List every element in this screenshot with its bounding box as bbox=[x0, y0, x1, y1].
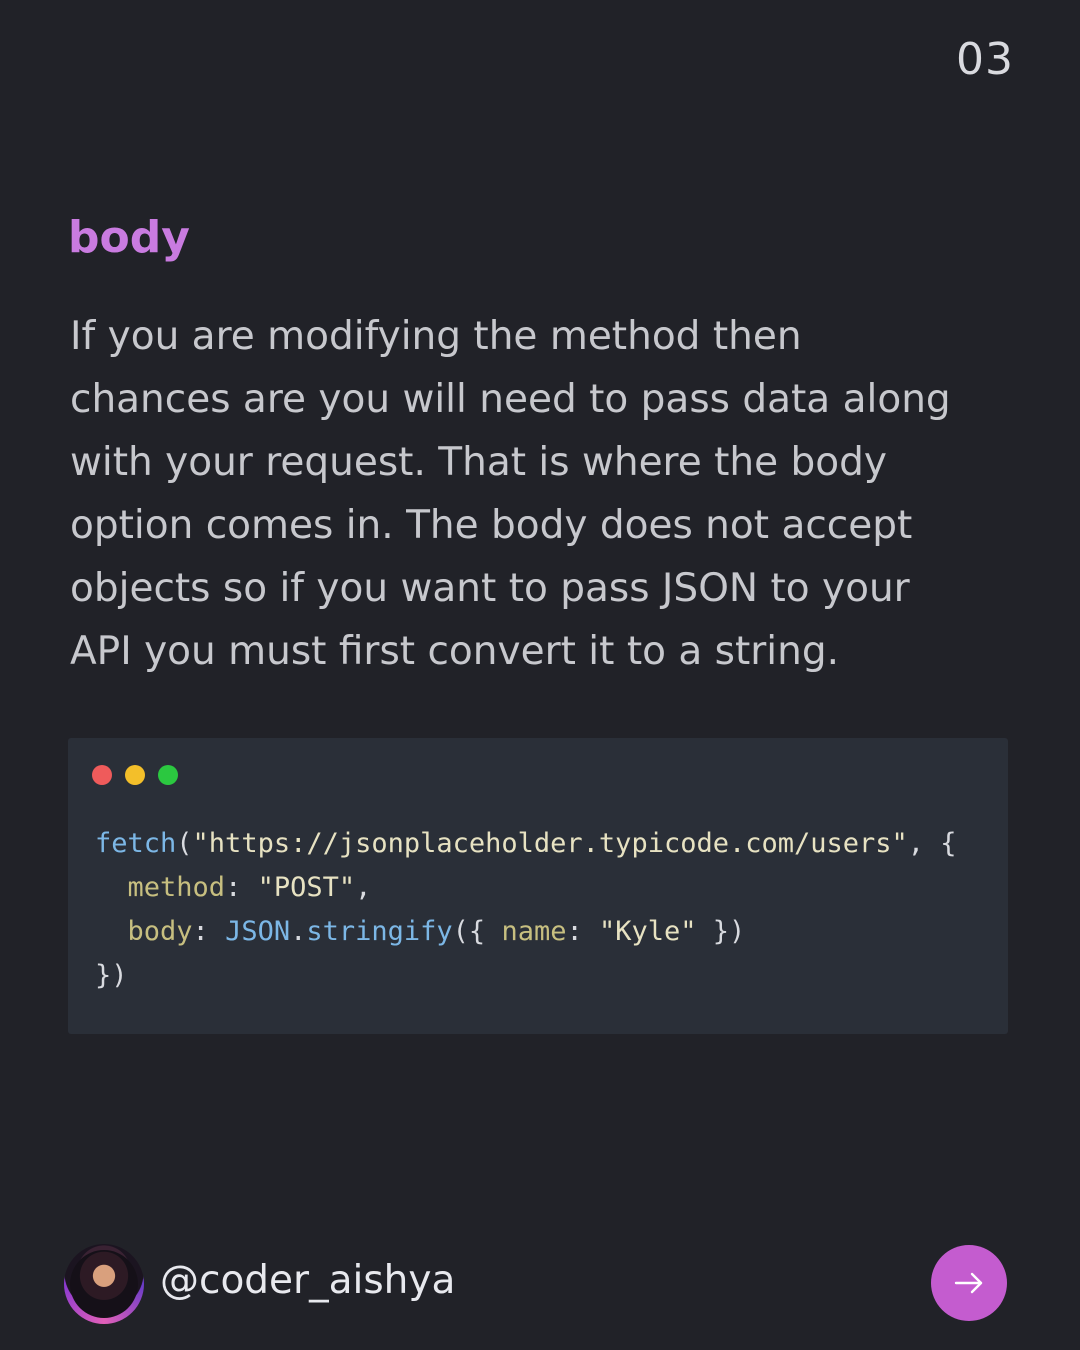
code-token-function: fetch bbox=[95, 828, 177, 859]
code-token-punct: ({ bbox=[452, 916, 502, 947]
description-line: objects so if you want to pass JSON to y… bbox=[70, 566, 910, 611]
slide-page: 03 body If you are modifying the method … bbox=[0, 0, 1080, 1350]
code-block: fetch("https://jsonplaceholder.typicode.… bbox=[95, 822, 957, 998]
code-token-object: JSON bbox=[225, 916, 291, 947]
page-number: 03 bbox=[956, 34, 1014, 85]
code-token-punct: }) bbox=[95, 960, 128, 991]
code-token-punct: }) bbox=[696, 916, 746, 947]
code-token-key: body bbox=[127, 916, 193, 947]
description-line: option comes in. The body does not accep… bbox=[70, 503, 913, 548]
code-token-punct: , { bbox=[907, 828, 957, 859]
code-token-punct: , bbox=[355, 872, 372, 903]
description-line: with your request. That is where the bod… bbox=[70, 440, 887, 485]
code-line-4: }) bbox=[95, 954, 957, 998]
code-token-key: name bbox=[501, 916, 567, 947]
arrow-right-icon bbox=[954, 1272, 983, 1294]
description-line: API you must first convert it to a strin… bbox=[70, 629, 840, 674]
code-line-3: body: JSON.stringify({ name: "Kyle" }) bbox=[95, 910, 957, 954]
code-line-1: fetch("https://jsonplaceholder.typicode.… bbox=[95, 822, 957, 866]
code-token-punct: : bbox=[192, 916, 226, 947]
window-controls bbox=[92, 765, 178, 785]
avatar-photo bbox=[70, 1250, 138, 1318]
code-token-string: "https://jsonplaceholder.typicode.com/us… bbox=[192, 828, 908, 859]
minimize-dot-icon bbox=[125, 765, 145, 785]
section-title: body bbox=[68, 212, 190, 263]
profile-avatar[interactable] bbox=[64, 1244, 144, 1324]
code-token-method: stringify bbox=[306, 916, 453, 947]
code-token-key: method bbox=[127, 872, 226, 903]
code-token-punct: : bbox=[225, 872, 258, 903]
code-token-string: "Kyle" bbox=[599, 916, 697, 947]
description-line: chances are you will need to pass data a… bbox=[70, 377, 951, 422]
code-token-punct: : bbox=[566, 916, 599, 947]
maximize-dot-icon bbox=[158, 765, 178, 785]
description-line: If you are modifying the method then bbox=[70, 314, 802, 359]
next-button[interactable] bbox=[931, 1245, 1007, 1321]
code-token-punct: ( bbox=[176, 828, 193, 859]
code-line-2: method: "POST", bbox=[95, 866, 957, 910]
code-token-string: "POST" bbox=[257, 872, 356, 903]
code-window: fetch("https://jsonplaceholder.typicode.… bbox=[68, 738, 1008, 1034]
code-token-punct: . bbox=[290, 916, 307, 947]
profile-handle[interactable]: @coder_aishya bbox=[160, 1258, 455, 1303]
section-description: If you are modifying the method then cha… bbox=[70, 305, 1030, 683]
close-dot-icon bbox=[92, 765, 112, 785]
